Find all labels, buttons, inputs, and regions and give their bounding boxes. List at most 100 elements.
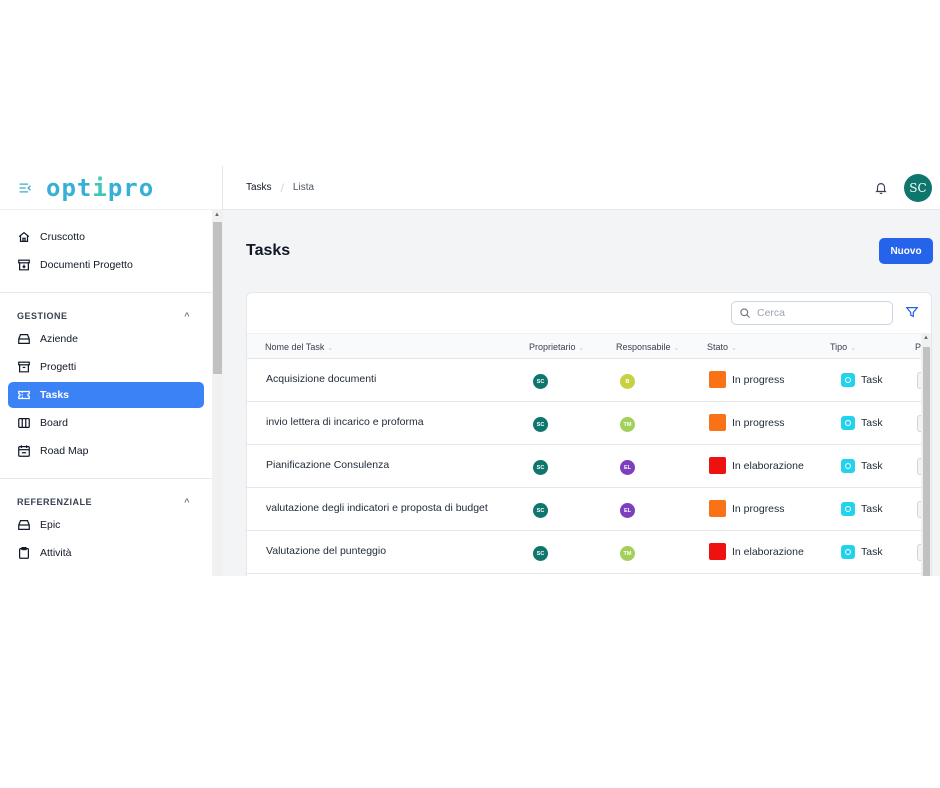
breadcrumb-lista: Lista	[292, 182, 315, 193]
section-referenziale-header[interactable]: REFERENZIALE ^	[8, 492, 204, 512]
table-scrollbar[interactable]: ▲	[921, 333, 931, 576]
ticket-icon	[18, 390, 30, 400]
task-type: Task	[841, 416, 883, 430]
home-icon	[18, 231, 30, 242]
task-type-label: Task	[861, 460, 883, 472]
scrollbar-thumb[interactable]	[923, 347, 930, 576]
sidebar-item-documenti-progetto[interactable]: Documenti Progetto	[8, 252, 204, 278]
top-bar: Tasks / Lista SC	[223, 166, 940, 210]
task-type: Task	[841, 545, 883, 559]
sidebar-item-attivita[interactable]: Attività	[8, 540, 204, 566]
task-name[interactable]: Pianificazione Consulenza	[266, 459, 389, 471]
column-header-proprietario[interactable]: Proprietario ⌄	[529, 342, 584, 352]
sidebar-item-label: Aziende	[40, 333, 78, 345]
breadcrumb-tasks[interactable]: Tasks	[246, 182, 272, 193]
status-badge: In progress	[709, 500, 785, 517]
assignee-avatar: B	[620, 374, 635, 389]
sidebar-item-board[interactable]: Board	[8, 410, 204, 436]
sidebar-nav: Cruscotto Documenti Progetto GESTIONE ^ …	[0, 210, 212, 576]
task-type-icon	[841, 459, 855, 473]
owner-avatar: SC	[533, 503, 548, 518]
status-badge: In progress	[709, 371, 785, 388]
sidebar-item-cruscotto[interactable]: Cruscotto	[8, 224, 204, 250]
sidebar-item-aziende[interactable]: Aziende	[8, 326, 204, 352]
task-name[interactable]: Acquisizione documenti	[266, 373, 376, 385]
archive-icon	[18, 361, 30, 373]
sidebar-item-label: Board	[40, 417, 69, 429]
table-row[interactable]: Acquisizione documenti SC B In progress Task	[247, 359, 925, 402]
columns-icon	[18, 418, 30, 428]
status-label: In elaborazione	[732, 545, 804, 558]
sidebar-item-label: Attività	[40, 547, 72, 559]
assignee-avatar: TM	[620, 417, 635, 432]
archive-icon	[18, 259, 30, 271]
brand-header: optipro	[0, 166, 222, 210]
sidebar-item-progetti[interactable]: Progetti	[8, 354, 204, 380]
column-header-nome[interactable]: Nome del Task ⌄	[265, 342, 333, 352]
task-name[interactable]: valutazione degli indicatori e proposta …	[266, 502, 488, 514]
breadcrumb: Tasks / Lista	[246, 181, 314, 195]
section-gestione-header[interactable]: GESTIONE ^	[8, 306, 204, 326]
new-task-button[interactable]: Nuovo	[879, 238, 933, 264]
task-type-icon	[841, 545, 855, 559]
status-color-swatch	[709, 543, 726, 560]
status-label: In progress	[732, 416, 785, 429]
optipro-logo[interactable]: optipro	[46, 174, 154, 202]
drawer-icon	[18, 520, 30, 530]
task-type: Task	[841, 502, 883, 516]
status-color-swatch	[709, 371, 726, 388]
table-row[interactable]: valutazione degli indicatori e proposta …	[247, 488, 925, 531]
task-type-icon	[841, 373, 855, 387]
status-badge: In elaborazione	[709, 457, 804, 474]
search-placeholder: Cerca	[757, 307, 786, 319]
owner-avatar: SC	[533, 460, 548, 475]
column-header-tipo[interactable]: Tipo ⌄	[830, 342, 856, 352]
status-color-swatch	[709, 500, 726, 517]
task-type-label: Task	[861, 503, 883, 515]
calendar-icon	[18, 445, 30, 457]
task-type-icon	[841, 502, 855, 516]
status-badge: In progress	[709, 414, 785, 431]
sidebar-item-label: Epic	[40, 519, 61, 531]
task-type-label: Task	[861, 374, 883, 386]
task-type-label: Task	[861, 417, 883, 429]
owner-avatar: SC	[533, 417, 548, 432]
bell-icon[interactable]	[874, 181, 888, 195]
breadcrumb-separator: /	[280, 180, 284, 195]
sidebar-item-tasks[interactable]: Tasks	[8, 382, 204, 408]
sidebar-item-label: Progetti	[40, 361, 77, 373]
status-label: In progress	[732, 373, 785, 386]
assignee-avatar: EL	[620, 460, 635, 475]
table-row[interactable]: invio lettera di incarico e proforma SC TM…	[247, 402, 925, 445]
sidebar-item-road-map[interactable]: Road Map	[8, 438, 204, 464]
table-row[interactable]: Pianificazione Consulenza SC EL In elaboraz…	[247, 445, 925, 488]
chevron-up-icon[interactable]: ^	[184, 497, 190, 507]
task-type-label: Task	[861, 546, 883, 558]
owner-avatar: SC	[533, 546, 548, 561]
search-input[interactable]: Cerca	[731, 301, 893, 325]
drawer-icon	[18, 334, 30, 344]
collapse-menu-icon[interactable]	[16, 179, 34, 197]
sidebar-item-epic[interactable]: Epic	[8, 512, 204, 538]
sidebar: optipro Cruscotto Documenti Progetto GES…	[0, 166, 223, 576]
section-title: REFERENZIALE	[17, 497, 93, 507]
divider	[0, 292, 212, 293]
sidebar-scrollbar[interactable]: ▲	[212, 210, 223, 576]
column-header-responsabile[interactable]: Responsabile ⌄	[616, 342, 679, 352]
filter-icon[interactable]	[905, 305, 919, 319]
search-icon	[740, 308, 750, 318]
table-row[interactable]: Valutazione del punteggio SC TM In elaboraz…	[247, 531, 925, 574]
chevron-up-icon[interactable]: ^	[184, 311, 190, 321]
status-label: In elaborazione	[732, 459, 804, 472]
page-title: Tasks	[246, 242, 291, 259]
user-avatar[interactable]: SC	[904, 174, 932, 202]
scroll-up-arrow-icon[interactable]: ▲	[923, 335, 929, 341]
task-name[interactable]: Valutazione del punteggio	[266, 545, 386, 557]
status-color-swatch	[709, 457, 726, 474]
task-name[interactable]: invio lettera di incarico e proforma	[266, 416, 424, 428]
table-header: Nome del Task ⌄ Proprietario ⌄ Responsabil…	[247, 333, 931, 359]
column-header-stato[interactable]: Stato ⌄	[707, 342, 737, 352]
scrollbar-thumb[interactable]	[213, 222, 222, 374]
scroll-up-arrow-icon[interactable]: ▲	[214, 212, 220, 218]
sidebar-item-label: Cruscotto	[40, 231, 85, 243]
